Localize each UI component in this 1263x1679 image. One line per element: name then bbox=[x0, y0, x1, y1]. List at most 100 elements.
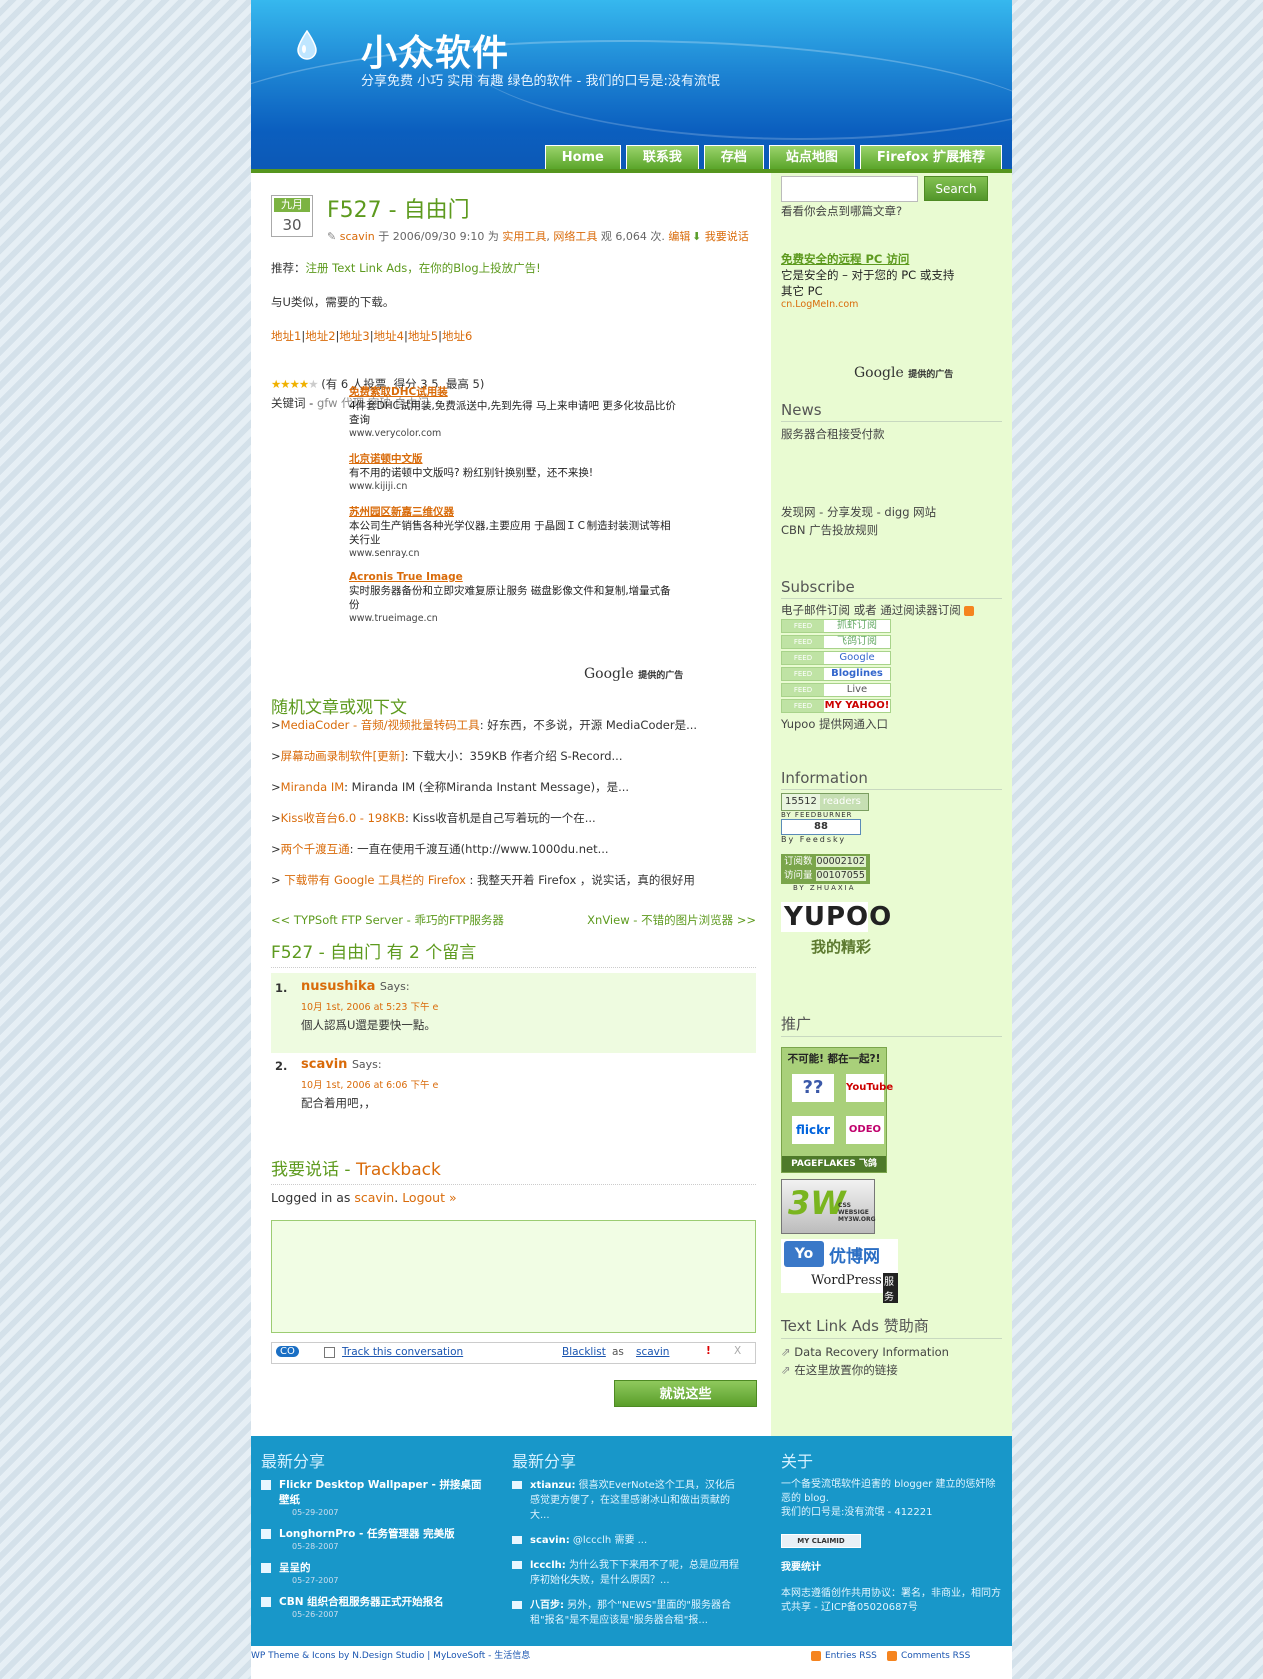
comment-textarea[interactable] bbox=[271, 1220, 756, 1333]
ad-url[interactable]: www.verycolor.com bbox=[349, 427, 679, 441]
comment-author-name[interactable]: nusushika bbox=[301, 979, 375, 994]
feedsky-badge[interactable]: 88 bbox=[781, 819, 861, 835]
footer-comment[interactable]: 八百步: 另外，那个"NEWS"里面的"服务器合租"报名"是不是应该是"服务器合… bbox=[512, 1598, 742, 1628]
download-link-6[interactable]: 地址6 bbox=[442, 329, 472, 343]
pageflakes-badge[interactable]: 不可能! 都在一起?! ?? YouTube flickr ODEO PAGEF… bbox=[781, 1047, 893, 1173]
random-link[interactable]: 下载带有 Google 工具栏的 Firefox bbox=[281, 873, 470, 887]
yo2-badge[interactable]: Yo 优博网 WordPress 服务 bbox=[781, 1239, 898, 1303]
logout-link[interactable]: Logout » bbox=[402, 1190, 456, 1205]
nav-contact[interactable]: 联系我 bbox=[625, 145, 699, 169]
news-item[interactable]: 发现网 - 分享发现 - digg 网站 bbox=[781, 503, 1002, 521]
comments-rss-link[interactable]: Comments RSS bbox=[901, 1651, 970, 1661]
news-item[interactable]: CBN 广告投放规则 bbox=[781, 521, 1002, 539]
promo-link[interactable]: 注册 Text Link Ads，在你的Blog上投放广告! bbox=[306, 261, 541, 275]
google-ads-badge[interactable]: Google 提供的广告 bbox=[584, 666, 683, 682]
footer-comment-author[interactable]: lccclh: bbox=[530, 1560, 566, 1571]
footer-comment-author[interactable]: scavin: bbox=[530, 1535, 570, 1546]
news-item[interactable]: 服务器合租接受付款 bbox=[781, 425, 1002, 443]
feed-button-zhuaxia[interactable]: FEED 抓虾订阅 bbox=[781, 619, 891, 633]
footer-comment[interactable]: lccclh: 为什么我下下来用不了呢，总是应用程序初始化失败，是什么原因？..… bbox=[512, 1558, 742, 1588]
submit-comment-button[interactable]: 就说这些 bbox=[614, 1380, 757, 1407]
ad-unit-3[interactable]: 苏州园区新嘉三维仪器 本公司生产销售各种光学仪器,主要应用 于晶圆ＩＣ制造封装测试… bbox=[349, 505, 679, 561]
footer-comment[interactable]: xtianzu: 很喜欢EverNote这个工具，汉化后感觉更方便了，在这里感谢… bbox=[512, 1478, 742, 1523]
footer-comment-author[interactable]: 八百步: bbox=[530, 1600, 564, 1611]
rss-icon[interactable] bbox=[811, 1650, 821, 1661]
next-post-link[interactable]: XnView - 不错的图片浏览器 >> bbox=[587, 912, 756, 928]
site-title[interactable]: 小众软件 bbox=[361, 24, 509, 76]
zhuaxia-counter[interactable]: 订阅数 00002102 访问量 00107055 bbox=[781, 854, 870, 884]
feed-button-feige[interactable]: FEED 飞鸽订阅 bbox=[781, 635, 891, 649]
ad-title[interactable]: 北京诺顿中文版 bbox=[349, 452, 679, 466]
trackback-link[interactable]: Trackback bbox=[356, 1160, 441, 1180]
ad-title[interactable]: 免费索取DHC试用装 bbox=[349, 385, 679, 399]
ad-title[interactable]: Acronis True Image bbox=[349, 570, 679, 584]
google-ads-badge-sidebar[interactable]: Google 提供的广告 bbox=[854, 365, 953, 381]
cocomment-badge[interactable]: CO bbox=[276, 1346, 299, 1357]
ad-title[interactable]: 苏州园区新嘉三维仪器 bbox=[349, 505, 679, 519]
rating-stars-icon[interactable]: ★★★★★ bbox=[271, 377, 319, 391]
close-icon[interactable]: X bbox=[734, 1345, 741, 1357]
category-link-1[interactable]: 实用工具 bbox=[502, 230, 546, 243]
stats-link[interactable]: 我要统计 bbox=[781, 1558, 1003, 1573]
claimid-badge[interactable]: MY CLAIMID bbox=[781, 1534, 861, 1548]
footer-post-link[interactable]: LonghornPro - 任务管理器 完美版 bbox=[261, 1527, 491, 1542]
download-link-2[interactable]: 地址2 bbox=[305, 329, 335, 343]
category-link-2[interactable]: 网络工具 bbox=[553, 230, 597, 243]
rss-icon[interactable] bbox=[963, 605, 974, 616]
tla-link[interactable]: 在这里放置你的链接 bbox=[794, 1363, 898, 1377]
comment-author[interactable]: scavin Says: bbox=[301, 1057, 382, 1072]
feed-button-bloglines[interactable]: FEED Bloglines bbox=[781, 667, 891, 681]
ad-unit-2[interactable]: 北京诺顿中文版 有不用的诺顿中文版吗? 粉红别针换别墅，还不来换! www.kiji… bbox=[349, 452, 679, 494]
comment-author[interactable]: nusushika Says: bbox=[301, 979, 410, 994]
footer-comment-text[interactable]: @lccclh 需要 ... bbox=[570, 1535, 647, 1546]
edit-link[interactable]: 编辑 bbox=[668, 230, 690, 243]
feed-button-live[interactable]: FEED Live bbox=[781, 683, 891, 697]
search-button[interactable]: Search bbox=[924, 176, 988, 201]
my3w-badge[interactable]: 3W CSS WEBSIGE MY3W.ORG bbox=[781, 1179, 876, 1234]
footer-comment[interactable]: scavin: @lccclh 需要 ... bbox=[512, 1533, 742, 1548]
ad-url[interactable]: www.senray.cn bbox=[349, 547, 679, 561]
entries-rss-link[interactable]: Entries RSS bbox=[825, 1651, 877, 1661]
sidebar-ad-title[interactable]: 免费安全的远程 PC 访问 bbox=[781, 251, 956, 267]
tla-link[interactable]: Data Recovery Information bbox=[794, 1345, 949, 1359]
jingcai-logo[interactable]: 我的精彩 bbox=[781, 932, 881, 968]
track-checkbox[interactable] bbox=[324, 1347, 335, 1358]
credits-link[interactable]: WP Theme & Icons by N.Design Studio | My… bbox=[251, 1651, 530, 1661]
rss-icon[interactable] bbox=[887, 1650, 897, 1661]
tla-item[interactable]: ⇗ 在这里放置你的链接 bbox=[781, 1361, 1002, 1379]
random-link[interactable]: Miranda IM bbox=[281, 780, 345, 794]
prev-post-link[interactable]: << TYPSoft FTP Server - 乖巧的FTP服务器 bbox=[271, 912, 504, 928]
ad-url[interactable]: www.kijiji.cn bbox=[349, 480, 679, 494]
alert-icon[interactable]: ! bbox=[706, 1345, 711, 1357]
yupoo-logo[interactable]: YUPOO bbox=[781, 902, 891, 932]
yupoo-note[interactable]: Yupoo 提供网通入口 bbox=[781, 715, 1002, 733]
say-link[interactable]: 我要说话 bbox=[705, 230, 749, 243]
download-link-4[interactable]: 地址4 bbox=[374, 329, 404, 343]
sidebar-ad-url[interactable]: cn.LogMeIn.com bbox=[781, 299, 956, 310]
license-text[interactable]: 本网志遵循创作共用协议：署名，非商业，相同方式共享 - 辽ICP备0502068… bbox=[781, 1587, 1003, 1615]
user-link[interactable]: scavin bbox=[354, 1190, 394, 1205]
tla-item[interactable]: ⇗ Data Recovery Information bbox=[781, 1343, 1002, 1361]
ad-url[interactable]: www.trueimage.cn bbox=[349, 612, 679, 626]
comment-date[interactable]: 10月 1st, 2006 at 6:06 下午 e bbox=[301, 1077, 438, 1091]
sidebar-ad[interactable]: 免费安全的远程 PC 访问 它是安全的 – 对于您的 PC 或支持其它 PC c… bbox=[781, 251, 956, 310]
feed-button-yahoo[interactable]: FEED MY YAHOO! bbox=[781, 699, 891, 713]
random-link[interactable]: 屏幕动画录制软件[更新] bbox=[281, 749, 405, 763]
comment-author-name[interactable]: scavin bbox=[301, 1057, 347, 1072]
ad-unit-4[interactable]: Acronis True Image 实时服务器备份和立即灾难复原让服务 磁盘影像… bbox=[349, 570, 679, 626]
footer-post-link[interactable]: 呈呈的 bbox=[261, 1561, 491, 1576]
nav-firefox[interactable]: Firefox 扩展推荐 bbox=[859, 145, 1002, 169]
download-link-5[interactable]: 地址5 bbox=[408, 329, 438, 343]
ad-unit-1[interactable]: 免费索取DHC试用装 4件套DHC试用装,免费派送中,先到先得 马上来申请吧 更多… bbox=[349, 385, 679, 441]
footer-post-link[interactable]: Flickr Desktop Wallpaper - 拼接桌面壁纸 bbox=[261, 1478, 491, 1508]
subscribe-text[interactable]: 电子邮件订阅 或者 通过阅读器订阅 bbox=[781, 603, 961, 617]
toolbar-user-link[interactable]: scavin bbox=[636, 1346, 669, 1358]
author-link[interactable]: scavin bbox=[340, 230, 375, 243]
download-link-3[interactable]: 地址3 bbox=[339, 329, 369, 343]
random-link[interactable]: 两个千渡互通 bbox=[281, 842, 350, 856]
blacklist-link[interactable]: Blacklist bbox=[562, 1346, 606, 1358]
footer-post-link[interactable]: CBN 组织合租服务器正式开始报名 bbox=[261, 1595, 491, 1610]
nav-sitemap[interactable]: 站点地图 bbox=[768, 145, 855, 169]
track-link[interactable]: Track this conversation bbox=[342, 1346, 463, 1358]
search-input[interactable] bbox=[781, 176, 918, 202]
